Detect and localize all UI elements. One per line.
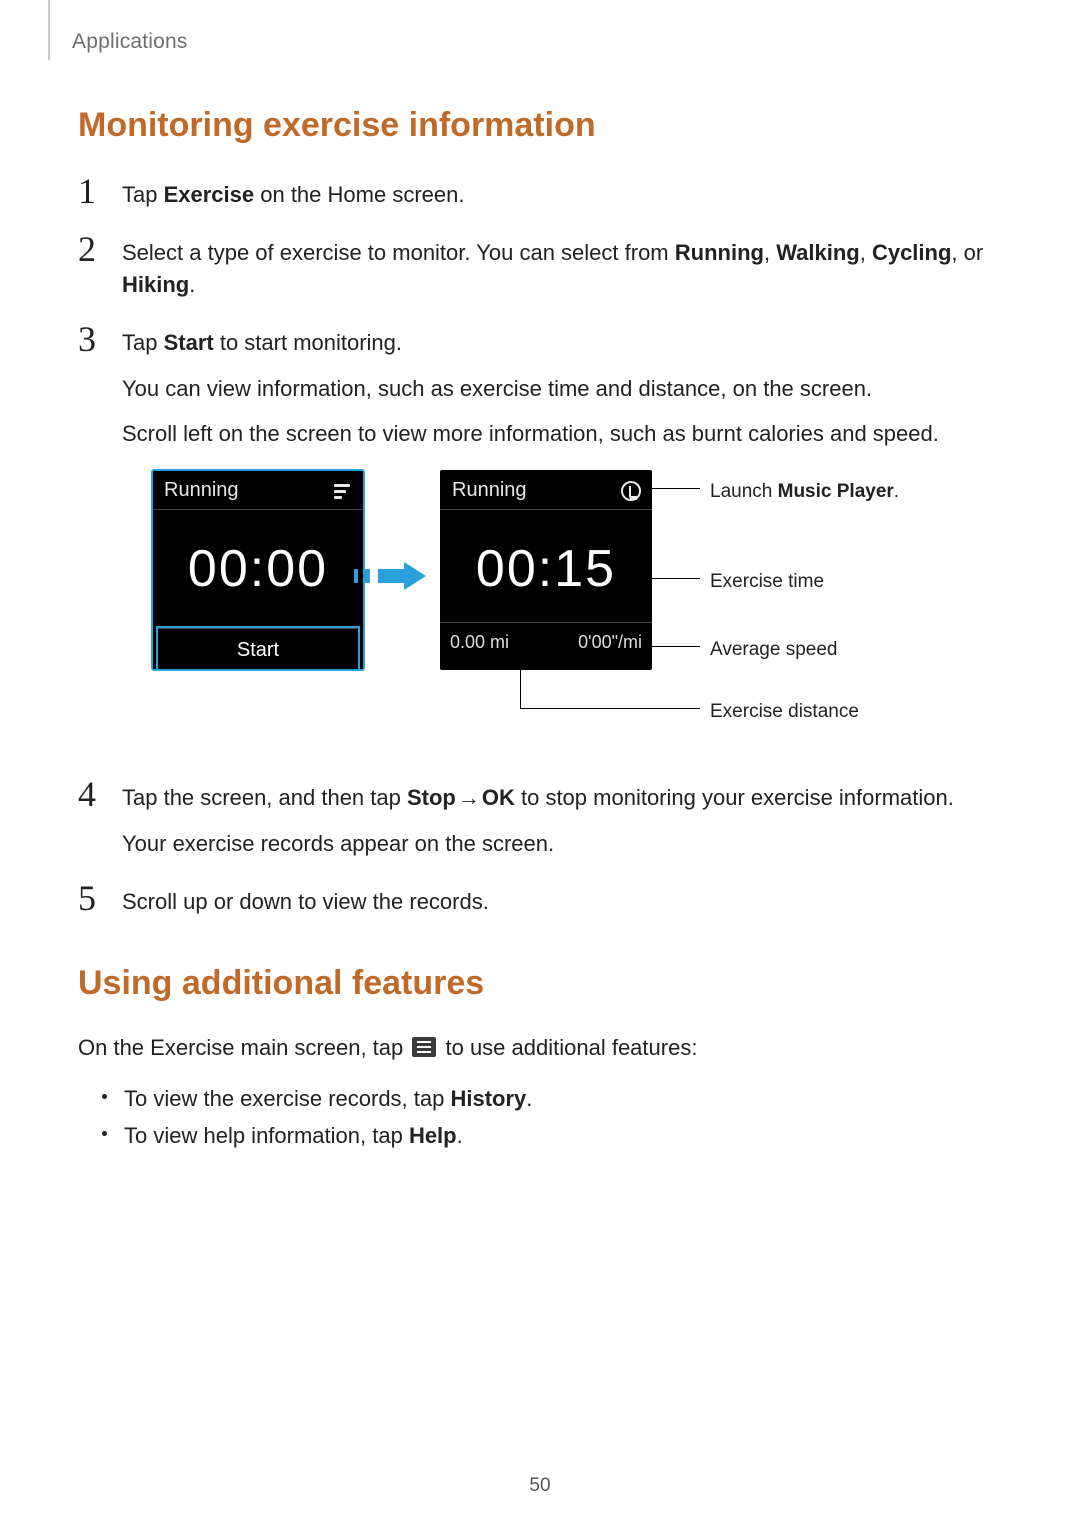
text: on the Home screen. [254, 182, 464, 207]
heading-additional-features: Using additional features [78, 964, 1002, 1003]
leader-line [520, 708, 700, 709]
text: . [894, 481, 899, 502]
exercise-distance: 0.00 mi [450, 629, 509, 655]
start-button-label: Start [237, 636, 279, 665]
leader-line [652, 646, 700, 647]
text: . [457, 1123, 463, 1148]
start-button[interactable]: Start [158, 628, 358, 671]
leader-line [520, 664, 521, 708]
exercise-pace: 0'00"/mi [578, 629, 642, 655]
text: To view help information, tap [124, 1123, 409, 1148]
text: , [764, 240, 776, 265]
page-number: 50 [0, 1475, 1080, 1497]
text: Launch [710, 481, 778, 502]
bold-walking: Walking [776, 240, 860, 265]
header-rule [48, 0, 50, 60]
bold-running: Running [675, 240, 764, 265]
bold-music-player: Music Player [778, 481, 894, 502]
bold-cycling: Cycling [872, 240, 951, 265]
step-number: 5 [78, 880, 104, 916]
step-number: 2 [78, 231, 104, 267]
arrow-glyph: → [456, 782, 482, 814]
text: , [860, 240, 872, 265]
step-number: 4 [78, 776, 104, 812]
step-body: Tap Exercise on the Home screen. [122, 173, 1002, 211]
text: Tap [122, 330, 164, 355]
text: To view the exercise records, tap [124, 1086, 450, 1111]
text: Tap [122, 182, 164, 207]
callout-distance: Exercise distance [710, 698, 859, 726]
bold-stop: Stop [407, 785, 456, 810]
figure: Running 00:00 Start Running [148, 470, 1002, 730]
steps-list: 1 Tap Exercise on the Home screen. 2 Sel… [78, 173, 1002, 918]
leader-line [652, 578, 700, 579]
watch-title: Running [164, 476, 239, 505]
text: Scroll left on the screen to view more i… [122, 418, 1002, 450]
step-body: Tap Start to start monitoring. You can v… [122, 321, 1002, 757]
callout-speed: Average speed [710, 636, 837, 664]
exercise-timer: 00:15 [440, 510, 652, 621]
text: to use additional features: [439, 1035, 697, 1060]
step-2: 2 Select a type of exercise to monitor. … [78, 231, 1002, 301]
exercise-timer: 00:00 [152, 510, 364, 627]
list-item: To view the exercise records, tap Histor… [102, 1080, 1002, 1117]
step-number: 3 [78, 321, 104, 357]
step-5: 5 Scroll up or down to view the records. [78, 880, 1002, 918]
watch-screen-after: Running 00:15 0.00 mi 0'00"/mi [440, 470, 652, 670]
bold-ok: OK [482, 785, 515, 810]
watch-title: Running [452, 476, 527, 505]
features-list: To view the exercise records, tap Histor… [78, 1080, 1002, 1155]
list-item: To view help information, tap Help. [102, 1117, 1002, 1154]
exercise-stats: 0.00 mi 0'00"/mi [440, 622, 652, 659]
text: . [189, 272, 195, 297]
heading-monitoring: Monitoring exercise information [78, 106, 1002, 145]
features-intro: On the Exercise main screen, tap to use … [78, 1031, 1002, 1064]
bold-start: Start [164, 330, 214, 355]
bold-hiking: Hiking [122, 272, 189, 297]
bold-exercise: Exercise [164, 182, 255, 207]
text: Select a type of exercise to monitor. Yo… [122, 240, 675, 265]
text: You can view information, such as exerci… [122, 373, 1002, 405]
watch-titlebar: Running [152, 470, 364, 509]
page-indicator [440, 659, 652, 671]
section-label: Applications [72, 30, 188, 54]
bold-help: Help [409, 1123, 457, 1148]
text: Your exercise records appear on the scre… [122, 828, 1002, 860]
text: Scroll up or down to view the records. [122, 886, 1002, 918]
callout-time: Exercise time [710, 568, 824, 596]
text: , or [951, 240, 983, 265]
menu-icon[interactable] [332, 480, 354, 502]
text: to start monitoring. [214, 330, 402, 355]
leader-line [652, 488, 700, 489]
manual-page: Applications Monitoring exercise informa… [0, 0, 1080, 1527]
step-1: 1 Tap Exercise on the Home screen. [78, 173, 1002, 211]
bold-history: History [450, 1086, 526, 1111]
arrow-right-icon [378, 562, 432, 590]
watch-titlebar: Running [440, 470, 652, 509]
text: . [526, 1086, 532, 1111]
step-3: 3 Tap Start to start monitoring. You can… [78, 321, 1002, 757]
text: Tap the screen, and then tap [122, 785, 407, 810]
music-player-icon[interactable] [620, 480, 642, 502]
step-4: 4 Tap the screen, and then tap Stop → OK… [78, 776, 1002, 860]
step-body: Select a type of exercise to monitor. Yo… [122, 231, 1002, 301]
step-body: Tap the screen, and then tap Stop → OK t… [122, 776, 1002, 860]
menu-icon [412, 1037, 436, 1057]
text: to stop monitoring your exercise informa… [515, 785, 954, 810]
watch-screen-before: Running 00:00 Start [152, 470, 364, 670]
step-body: Scroll up or down to view the records. [122, 880, 1002, 918]
step-number: 1 [78, 173, 104, 209]
text: On the Exercise main screen, tap [78, 1035, 409, 1060]
callout-music: Launch Music Player. [710, 478, 899, 506]
